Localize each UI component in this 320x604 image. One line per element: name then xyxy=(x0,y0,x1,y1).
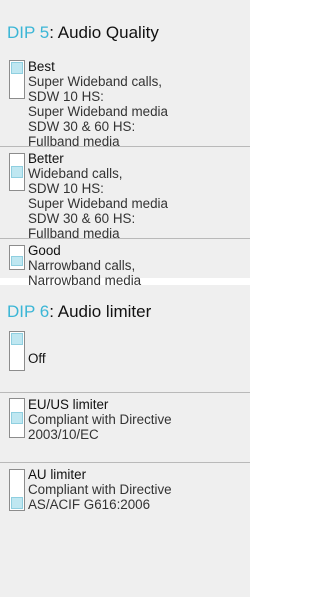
dip-label: DIP 5 xyxy=(7,23,50,42)
audio-limiter-panel: DIP 6: Audio limiter Off EU/US limiter C… xyxy=(0,285,250,597)
option-text: Better Wideband calls, SDW 10 HS: Super … xyxy=(28,151,168,241)
option-title: Off xyxy=(28,351,46,366)
audio-quality-heading: DIP 5: Audio Quality xyxy=(7,23,159,43)
switch-knob-down xyxy=(11,497,23,509)
option-description: SDW 10 HS: xyxy=(28,89,104,104)
option-title: Best xyxy=(28,59,55,74)
audio-limiter-heading: DIP 6: Audio limiter xyxy=(7,302,151,322)
option-description: SDW 10 HS: xyxy=(28,181,104,196)
dip-switch-icon xyxy=(9,469,25,511)
option-text: Good Narrowband calls, Narrowband media xyxy=(28,243,141,288)
option-description: Compliant with Directive xyxy=(28,412,172,427)
option-title: Good xyxy=(28,243,61,258)
switch-knob-middle xyxy=(11,166,23,178)
dip-switch-icon xyxy=(9,331,25,371)
option-eu-us-limiter: EU/US limiter Compliant with Directive 2… xyxy=(0,392,250,462)
option-title: AU limiter xyxy=(28,467,87,482)
switch-knob-middle xyxy=(11,412,23,424)
option-off: Off xyxy=(0,327,250,391)
option-better: Better Wideband calls, SDW 10 HS: Super … xyxy=(0,146,250,241)
option-good: Good Narrowband calls, Narrowband media xyxy=(0,238,250,288)
option-text: Off xyxy=(28,351,46,366)
option-text: AU limiter Compliant with Directive AS/A… xyxy=(28,467,172,512)
dip-switch-icon xyxy=(9,245,25,270)
dip-switch-icon xyxy=(9,60,25,99)
option-description: 2003/10/EC xyxy=(28,427,99,442)
section-heading: : Audio limiter xyxy=(49,302,152,321)
option-description: AS/ACIF G616:2006 xyxy=(28,497,151,512)
option-text: Best Super Wideband calls, SDW 10 HS: Su… xyxy=(28,59,168,149)
option-description: Compliant with Directive xyxy=(28,482,172,497)
option-best: Best Super Wideband calls, SDW 10 HS: Su… xyxy=(0,55,250,149)
option-description: SDW 30 & 60 HS: xyxy=(28,211,136,226)
option-description: Narrowband calls, xyxy=(28,258,136,273)
option-description: Super Wideband media xyxy=(28,196,168,211)
option-description: SDW 30 & 60 HS: xyxy=(28,119,136,134)
section-heading: : Audio Quality xyxy=(49,23,159,42)
switch-knob-up xyxy=(11,62,23,74)
dip-switch-icon xyxy=(9,398,25,438)
switch-knob-up xyxy=(11,333,23,345)
option-au-limiter: AU limiter Compliant with Directive AS/A… xyxy=(0,462,250,535)
option-description: Super Wideband media xyxy=(28,104,168,119)
option-title: Better xyxy=(28,151,64,166)
option-text: EU/US limiter Compliant with Directive 2… xyxy=(28,397,172,442)
option-description: Wideband calls, xyxy=(28,166,123,181)
option-title: EU/US limiter xyxy=(28,397,109,412)
option-description: Super Wideband calls, xyxy=(28,74,162,89)
dip-label: DIP 6 xyxy=(7,302,50,321)
dip-switch-icon xyxy=(9,153,25,191)
audio-quality-panel: DIP 5: Audio Quality Best Super Wideband… xyxy=(0,0,250,288)
switch-knob-down xyxy=(11,256,23,266)
